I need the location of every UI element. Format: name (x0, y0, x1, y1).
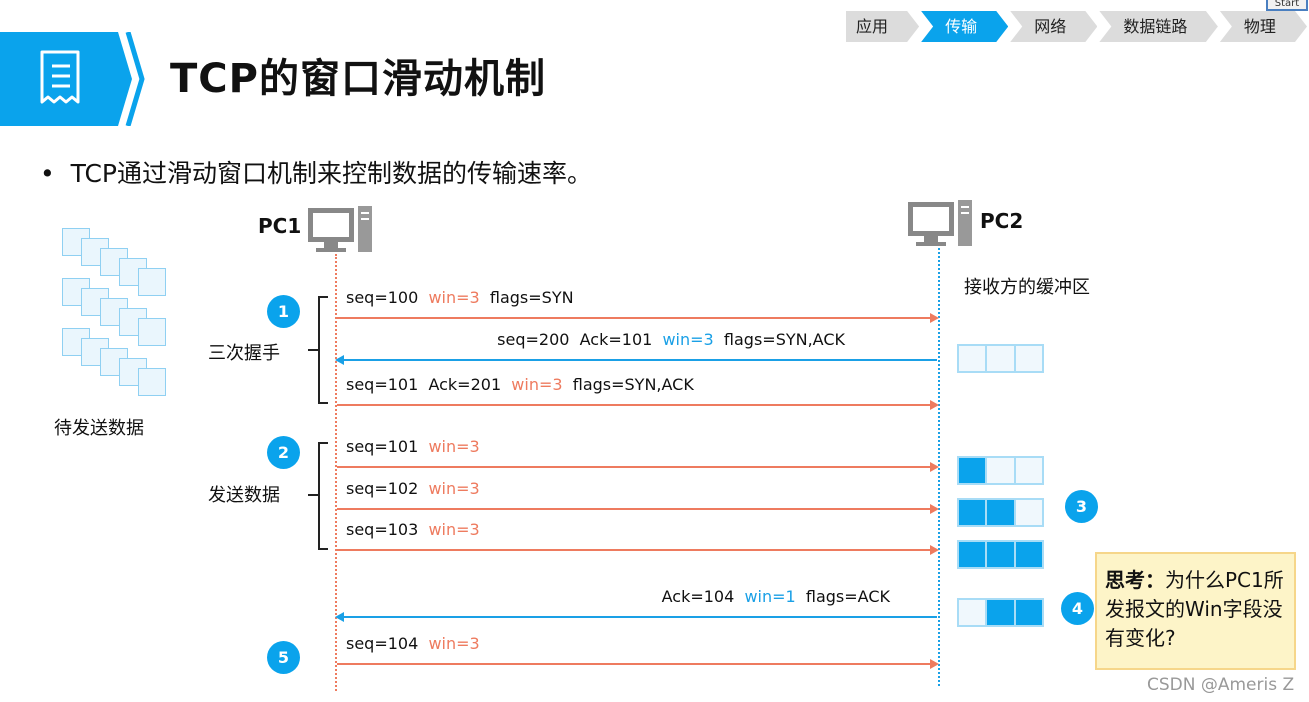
receive-buffer (957, 540, 1044, 569)
window-size: win=3 (428, 288, 480, 307)
start-button[interactable]: Start (1266, 0, 1308, 11)
message-flags: flags=ACK (795, 587, 890, 606)
message-fields: seq=103 (346, 520, 429, 539)
ack-arrow (335, 355, 937, 365)
buffer-slot-empty (959, 346, 986, 371)
send-arrow (337, 400, 939, 410)
message-fields: seq=101 (346, 437, 429, 456)
window-size: win=3 (428, 437, 480, 456)
send-arrow (337, 504, 939, 514)
nav-transport-layer[interactable]: 传输层 (921, 11, 1008, 42)
receive-buffer (957, 598, 1044, 627)
send-bracket (318, 442, 328, 550)
buffer-slot-filled (959, 458, 986, 483)
message-label: seq=104 win=3 (346, 634, 480, 653)
step-4-badge: 4 (1061, 592, 1094, 625)
data-block-icon (138, 268, 166, 296)
page-title: TCP的窗口滑动机制 (170, 56, 546, 102)
message-label: seq=200 Ack=101 win=3 flags=SYN,ACK (497, 330, 845, 349)
window-size: win=3 (662, 330, 714, 349)
buffer-slot-filled (959, 542, 986, 567)
handshake-label: 三次握手 (208, 343, 280, 364)
buffer-slot-empty (987, 346, 1014, 371)
ack-arrow (335, 612, 937, 622)
step-5-badge: 5 (267, 641, 300, 674)
bracket-tick (308, 349, 318, 351)
buffer-slot-filled (987, 600, 1014, 625)
bullet-text: • TCP通过滑动窗口机制来控制数据的传输速率。 (40, 159, 592, 188)
buffer-slot-empty (987, 458, 1014, 483)
buffer-slot-empty (959, 600, 986, 625)
receive-buffer (957, 456, 1044, 485)
send-arrow (337, 313, 939, 323)
message-fields: seq=100 (346, 288, 429, 307)
message-label: seq=103 win=3 (346, 520, 480, 539)
bullet-content: TCP通过滑动窗口机制来控制数据的传输速率。 (70, 159, 592, 188)
message-fields: seq=101 Ack=201 (346, 375, 512, 394)
window-size: win=3 (428, 634, 480, 653)
pc1-label: PC1 (258, 214, 302, 238)
buffer-slot-filled (959, 500, 986, 525)
pc2-computer-icon (908, 200, 972, 246)
send-arrow (337, 659, 939, 669)
receipt-icon (40, 50, 80, 104)
layer-nav: 应用层 传输层 网络层 数据链路层 物理层 (846, 11, 1309, 42)
message-label: seq=102 win=3 (346, 479, 480, 498)
nav-physical-layer[interactable]: 物理层 (1220, 11, 1307, 42)
message-label: seq=101 Ack=201 win=3 flags=SYN,ACK (346, 375, 694, 394)
message-flags: flags=SYN,ACK (713, 330, 845, 349)
window-size: win=1 (744, 587, 796, 606)
window-size: win=3 (511, 375, 563, 394)
think-callout: 思考：为什么PC1所发报文的Win字段没有变化? (1095, 552, 1296, 670)
step-3-badge: 3 (1065, 490, 1098, 523)
pending-data-icon (60, 228, 175, 396)
send-arrow (337, 545, 939, 555)
buffer-slot-empty (1015, 346, 1042, 371)
message-label: seq=100 win=3 flags=SYN (346, 288, 574, 307)
receive-buffer (957, 344, 1044, 373)
pending-data-label: 待发送数据 (54, 418, 144, 439)
watermark: CSDN @Ameris Z (1147, 675, 1295, 695)
buffer-slot-empty (1015, 500, 1042, 525)
send-label: 发送数据 (208, 485, 280, 506)
buffer-label: 接收方的缓冲区 (964, 277, 1090, 298)
message-flags: flags=SYN,ACK (562, 375, 694, 394)
title-banner (0, 32, 118, 126)
send-arrow (337, 462, 939, 472)
pc2-label: PC2 (980, 209, 1024, 233)
buffer-slot-empty (1015, 458, 1042, 483)
nav-network-layer[interactable]: 网络层 (1010, 11, 1097, 42)
message-label: seq=101 win=3 (346, 437, 480, 456)
pc1-computer-icon (308, 206, 372, 252)
buffer-slot-filled (987, 500, 1014, 525)
banner-chevron-outline (125, 32, 145, 126)
window-size: win=3 (428, 479, 480, 498)
step-2-badge: 2 (267, 436, 300, 469)
window-size: win=3 (428, 520, 480, 539)
message-fields: Ack=104 (661, 587, 745, 606)
message-flags: flags=SYN (479, 288, 574, 307)
handshake-bracket (318, 296, 328, 404)
data-block-icon (138, 318, 166, 346)
data-block-icon (138, 368, 166, 396)
nav-datalink-layer[interactable]: 数据链路层 (1099, 11, 1218, 42)
pc1-timeline (335, 254, 337, 691)
buffer-slot-filled (1015, 542, 1042, 567)
receive-buffer (957, 498, 1044, 527)
message-fields: seq=104 (346, 634, 429, 653)
buffer-slot-filled (1015, 600, 1042, 625)
nav-application-layer[interactable]: 应用层 (846, 11, 919, 42)
message-fields: seq=102 (346, 479, 429, 498)
buffer-slot-filled (987, 542, 1014, 567)
message-fields: seq=200 Ack=101 (497, 330, 663, 349)
message-label: Ack=104 win=1 flags=ACK (662, 587, 890, 606)
think-heading: 思考： (1105, 568, 1165, 592)
step-1-badge: 1 (267, 295, 300, 328)
bracket-tick (308, 494, 318, 496)
